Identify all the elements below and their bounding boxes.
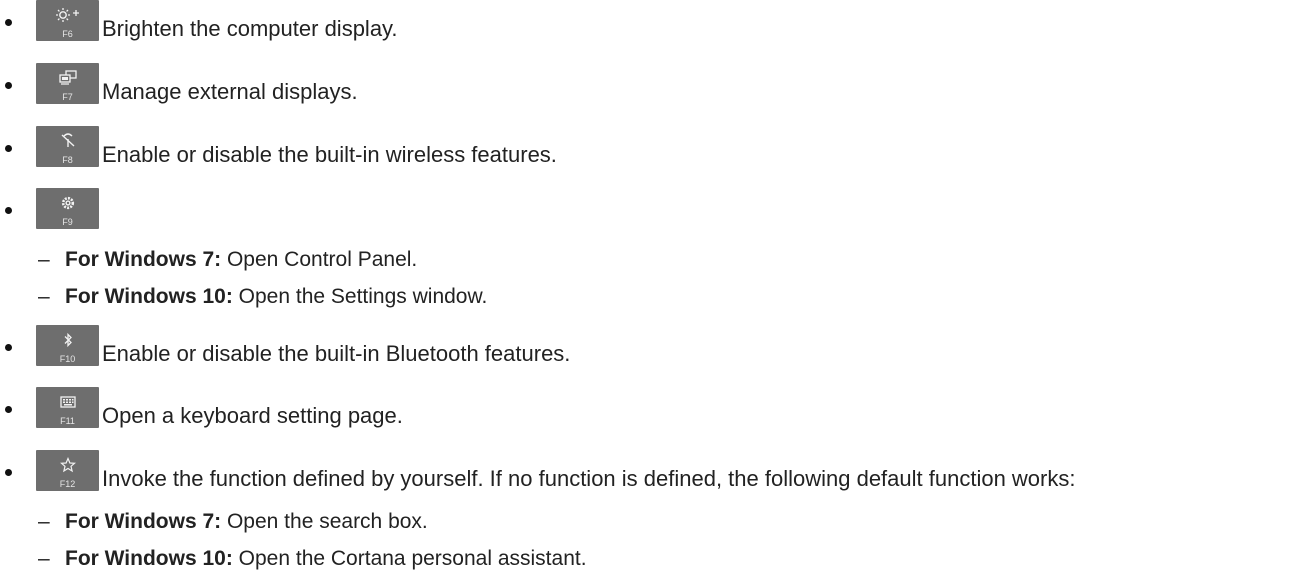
sub-item-description: Open Control Panel.	[221, 248, 418, 271]
dash-marker: –	[38, 248, 50, 271]
sub-item-label: For Windows 10:	[65, 547, 233, 570]
sub-item-f9-win10: – For Windows 10: Open the Settings wind…	[0, 284, 1292, 314]
sub-item-f12-win7: – For Windows 7: Open the search box.	[0, 509, 1292, 539]
brightness-up-icon	[36, 6, 99, 24]
f11-key: F11	[36, 387, 99, 428]
list-item-f10: F10 Enable or disable the built-in Bluet…	[0, 325, 1292, 367]
bullet	[5, 145, 12, 152]
sub-item-description: Open the search box.	[221, 510, 428, 533]
f8-key: F8	[36, 126, 99, 167]
list-item-f9: F9	[0, 188, 1292, 230]
bullet	[5, 19, 12, 26]
item-description: Enable or disable the built-in wireless …	[102, 142, 557, 167]
bluetooth-icon	[36, 331, 99, 349]
key-label: F6	[62, 29, 73, 39]
key-label: F7	[62, 92, 73, 102]
bullet	[5, 406, 12, 413]
sub-item-text: For Windows 7: Open the search box.	[65, 509, 428, 535]
wireless-icon	[36, 132, 99, 150]
sub-item-text: For Windows 10: Open the Settings window…	[65, 284, 487, 310]
item-description: Brighten the computer display.	[102, 16, 398, 41]
bullet	[5, 344, 12, 351]
list-item-f6: F6 Brighten the computer display.	[0, 0, 1292, 42]
dash-marker: –	[38, 510, 50, 533]
f7-key: F7	[36, 63, 99, 104]
external-display-icon	[36, 69, 99, 87]
list-item-f7: F7 Manage external displays.	[0, 63, 1292, 105]
bullet	[5, 207, 12, 214]
bullet	[5, 82, 12, 89]
item-description: Invoke the function defined by yourself.…	[102, 466, 1076, 491]
f9-key: F9	[36, 188, 99, 229]
list-item-f8: F8 Enable or disable the built-in wirele…	[0, 126, 1292, 168]
key-label: F11	[60, 416, 75, 426]
list-item-f12: F12 Invoke the function defined by yours…	[0, 450, 1292, 492]
f6-key: F6	[36, 0, 99, 41]
item-description: Manage external displays.	[102, 79, 358, 104]
sub-item-label: For Windows 10:	[65, 285, 233, 308]
sub-item-f12-win10: – For Windows 10: Open the Cortana perso…	[0, 546, 1292, 576]
star-icon	[36, 456, 99, 474]
key-label: F12	[59, 479, 76, 489]
sub-item-text: For Windows 7: Open Control Panel.	[65, 247, 417, 273]
dash-marker: –	[38, 547, 50, 570]
sub-item-description: Open the Cortana personal assistant.	[232, 547, 587, 570]
item-description: Enable or disable the built-in Bluetooth…	[102, 341, 571, 366]
key-label: F8	[62, 155, 73, 165]
item-description: Open a keyboard setting page.	[102, 403, 403, 428]
dash-marker: –	[38, 285, 50, 308]
sub-item-f9-win7: – For Windows 7: Open Control Panel.	[0, 247, 1292, 277]
sub-item-text: For Windows 10: Open the Cortana persona…	[65, 546, 587, 572]
keyboard-icon	[36, 393, 99, 411]
f10-key: F10	[36, 325, 99, 366]
key-label: F10	[59, 354, 76, 364]
f12-key: F12	[36, 450, 99, 491]
sub-item-description: Open the Settings window.	[232, 285, 488, 308]
function-keys-page: { "items": [ {"key_label": "F6", "icon":…	[0, 0, 1292, 581]
settings-gear-icon	[36, 194, 99, 212]
key-label: F9	[62, 217, 73, 227]
sub-item-label: For Windows 7:	[65, 248, 222, 271]
list-item-f11: F11 Open a keyboard setting page.	[0, 387, 1292, 429]
sub-item-label: For Windows 7:	[65, 510, 222, 533]
bullet	[5, 469, 12, 476]
